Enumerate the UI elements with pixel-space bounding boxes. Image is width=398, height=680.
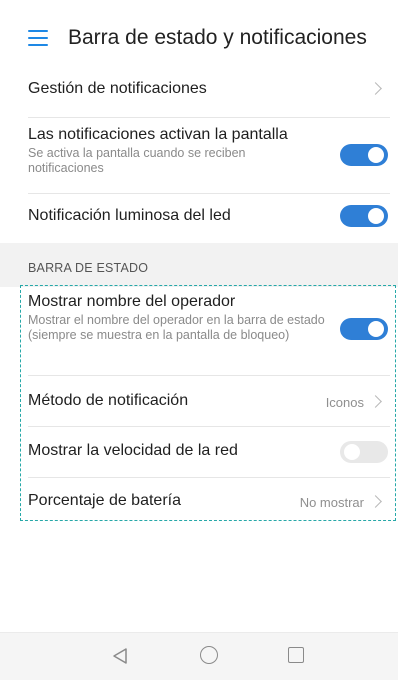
battery-percentage-value: No mostrar	[299, 495, 364, 510]
hamburger-menu-icon[interactable]	[28, 30, 48, 46]
divider	[28, 477, 390, 478]
divider	[28, 426, 390, 427]
navigation-bar	[0, 632, 398, 680]
toggle-knob	[344, 444, 360, 460]
toggle-knob	[368, 321, 384, 337]
recent-apps-square-icon[interactable]	[288, 647, 304, 663]
notifications-wake-screen-row[interactable]: Las notificaciones activan la pantalla S…	[28, 126, 390, 188]
toggle-knob	[368, 147, 384, 163]
row-subtitle: Mostrar el nombre del operador en la bar…	[28, 313, 325, 342]
row-title: Mostrar nombre del operador	[28, 293, 236, 310]
row-title: Gestión de notificaciones	[28, 80, 207, 97]
led-notification-row[interactable]: Notificación luminosa del led	[28, 205, 390, 237]
section-header-status-bar: BARRA DE ESTADO	[28, 261, 149, 275]
back-triangle-icon[interactable]	[112, 647, 128, 665]
row-subtitle: Se activa la pantalla cuando se reciben …	[28, 146, 246, 175]
divider	[28, 375, 390, 376]
app-header: Barra de estado y notificaciones	[0, 0, 398, 72]
wake-screen-toggle[interactable]	[340, 144, 388, 166]
battery-percentage-row[interactable]: Porcentaje de batería No mostrar	[28, 492, 390, 516]
show-carrier-name-toggle[interactable]	[340, 318, 388, 340]
notification-method-value: Iconos	[325, 395, 364, 410]
show-carrier-name-row[interactable]: Mostrar nombre del operador Mostrar el n…	[28, 293, 390, 371]
row-title: Notificación luminosa del led	[28, 207, 231, 224]
home-circle-icon[interactable]	[200, 646, 218, 664]
led-notification-toggle[interactable]	[340, 205, 388, 227]
network-speed-toggle[interactable]	[340, 441, 388, 463]
divider	[28, 117, 390, 118]
show-network-speed-row[interactable]: Mostrar la velocidad de la red	[28, 441, 390, 470]
notification-management-row[interactable]: Gestión de notificaciones	[28, 80, 390, 112]
row-title: Las notificaciones activan la pantalla	[28, 126, 288, 143]
row-title: Mostrar la velocidad de la red	[28, 442, 238, 459]
divider	[28, 193, 390, 194]
toggle-knob	[368, 208, 384, 224]
notification-method-row[interactable]: Método de notificación Iconos	[28, 392, 390, 420]
page-title: Barra de estado y notificaciones	[68, 26, 367, 49]
